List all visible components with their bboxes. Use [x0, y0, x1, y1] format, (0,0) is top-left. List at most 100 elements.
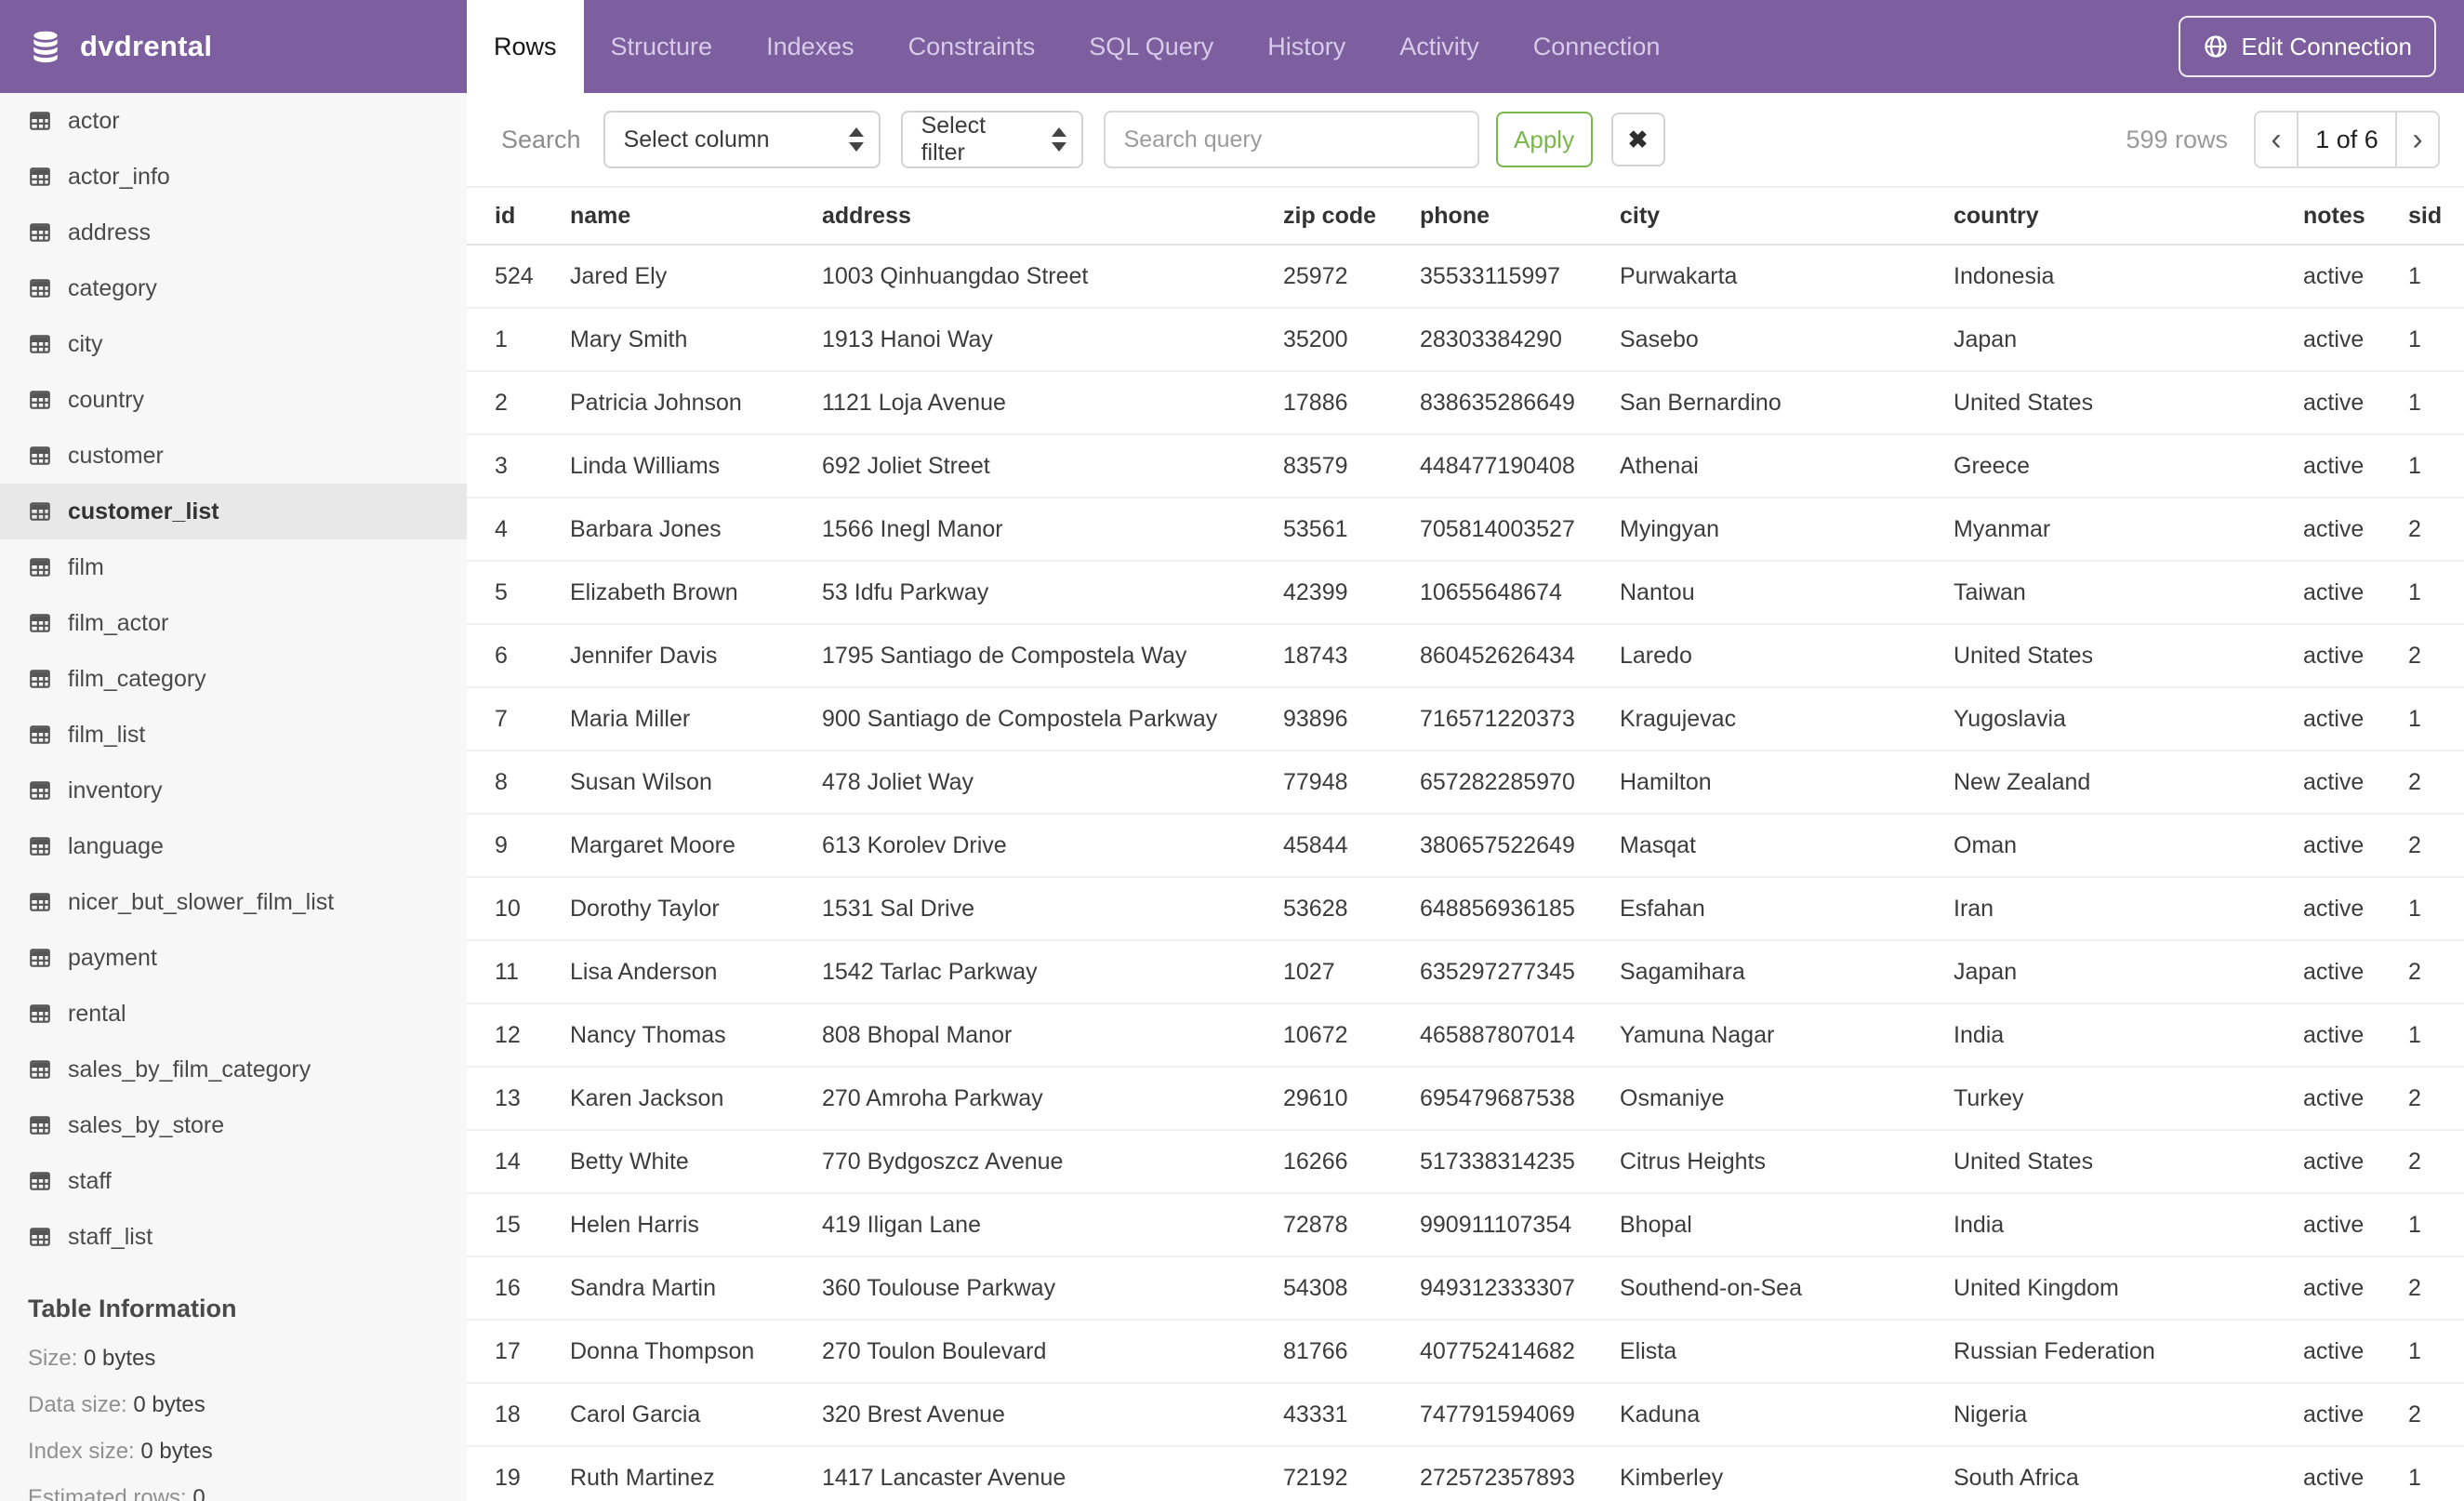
cell-country[interactable]: Iran [1954, 877, 2303, 941]
cell-notes[interactable]: active [2303, 1320, 2408, 1384]
sidebar-item-actor-info[interactable]: actor_info [0, 149, 467, 205]
cell-sid[interactable]: 2 [2408, 1383, 2464, 1447]
cell-sid[interactable]: 2 [2408, 624, 2464, 688]
cell-city[interactable]: Osmaniye [1620, 1067, 1954, 1131]
cell-address[interactable]: 360 Toulouse Parkway [822, 1256, 1283, 1321]
column-header-name[interactable]: name [570, 186, 822, 246]
cell-country[interactable]: New Zealand [1954, 750, 2303, 815]
cell-phone[interactable]: 695479687538 [1420, 1067, 1620, 1131]
cell-zip-code[interactable]: 72878 [1283, 1193, 1420, 1257]
sidebar-item-language[interactable]: language [0, 818, 467, 874]
cell-notes[interactable]: active [2303, 308, 2408, 372]
cell-address[interactable]: 1121 Loja Avenue [822, 371, 1283, 435]
cell-id[interactable]: 9 [467, 814, 570, 878]
cell-id[interactable]: 15 [467, 1193, 570, 1257]
cell-zip-code[interactable]: 25972 [1283, 245, 1420, 309]
cell-id[interactable]: 5 [467, 561, 570, 625]
cell-phone[interactable]: 465887807014 [1420, 1003, 1620, 1068]
cell-sid[interactable]: 1 [2408, 434, 2464, 498]
column-select[interactable]: Select column [603, 111, 881, 168]
cell-name[interactable]: Carol Garcia [570, 1383, 822, 1447]
cell-sid[interactable]: 2 [2408, 940, 2464, 1004]
tab-connection[interactable]: Connection [1506, 0, 1688, 93]
cell-address[interactable]: 1531 Sal Drive [822, 877, 1283, 941]
sidebar-item-film-list[interactable]: film_list [0, 707, 467, 763]
cell-city[interactable]: Kaduna [1620, 1383, 1954, 1447]
cell-notes[interactable]: active [2303, 877, 2408, 941]
cell-city[interactable]: Southend-on-Sea [1620, 1256, 1954, 1321]
cell-address[interactable]: 1542 Tarlac Parkway [822, 940, 1283, 1004]
cell-name[interactable]: Margaret Moore [570, 814, 822, 878]
cell-name[interactable]: Maria Miller [570, 687, 822, 751]
cell-country[interactable]: Nigeria [1954, 1383, 2303, 1447]
cell-notes[interactable]: active [2303, 498, 2408, 562]
column-header-country[interactable]: country [1954, 186, 2303, 246]
tab-rows[interactable]: Rows [467, 0, 584, 93]
cell-id[interactable]: 2 [467, 371, 570, 435]
cell-country[interactable]: United States [1954, 371, 2303, 435]
cell-city[interactable]: Kimberley [1620, 1446, 1954, 1501]
column-header-sid[interactable]: sid [2408, 186, 2464, 246]
cell-zip-code[interactable]: 18743 [1283, 624, 1420, 688]
prev-page-button[interactable]: ‹ [2256, 113, 2297, 166]
cell-phone[interactable]: 272572357893 [1420, 1446, 1620, 1501]
cell-name[interactable]: Linda Williams [570, 434, 822, 498]
cell-address[interactable]: 53 Idfu Parkway [822, 561, 1283, 625]
cell-city[interactable]: Citrus Heights [1620, 1130, 1954, 1194]
cell-id[interactable]: 8 [467, 750, 570, 815]
tab-activity[interactable]: Activity [1372, 0, 1506, 93]
sidebar-item-customer-list[interactable]: customer_list [0, 484, 467, 539]
cell-country[interactable]: Japan [1954, 308, 2303, 372]
sidebar-item-city[interactable]: city [0, 316, 467, 372]
cell-zip-code[interactable]: 10672 [1283, 1003, 1420, 1068]
cell-name[interactable]: Nancy Thomas [570, 1003, 822, 1068]
cell-address[interactable]: 900 Santiago de Compostela Parkway [822, 687, 1283, 751]
cell-name[interactable]: Susan Wilson [570, 750, 822, 815]
cell-id[interactable]: 7 [467, 687, 570, 751]
column-header-city[interactable]: city [1620, 186, 1954, 246]
cell-zip-code[interactable]: 93896 [1283, 687, 1420, 751]
cell-country[interactable]: United States [1954, 1130, 2303, 1194]
cell-address[interactable]: 1795 Santiago de Compostela Way [822, 624, 1283, 688]
cell-name[interactable]: Helen Harris [570, 1193, 822, 1257]
cell-zip-code[interactable]: 54308 [1283, 1256, 1420, 1321]
cell-notes[interactable]: active [2303, 1003, 2408, 1068]
cell-country[interactable]: Japan [1954, 940, 2303, 1004]
cell-phone[interactable]: 860452626434 [1420, 624, 1620, 688]
cell-id[interactable]: 10 [467, 877, 570, 941]
cell-address[interactable]: 419 Iligan Lane [822, 1193, 1283, 1257]
cell-phone[interactable]: 28303384290 [1420, 308, 1620, 372]
cell-sid[interactable]: 2 [2408, 750, 2464, 815]
cell-id[interactable]: 19 [467, 1446, 570, 1501]
cell-zip-code[interactable]: 53561 [1283, 498, 1420, 562]
cell-address[interactable]: 1417 Lancaster Avenue [822, 1446, 1283, 1501]
sidebar-item-address[interactable]: address [0, 205, 467, 260]
clear-search-button[interactable]: ✖ [1610, 113, 1665, 166]
filter-select[interactable]: Select filter [900, 111, 1083, 168]
cell-country[interactable]: United States [1954, 624, 2303, 688]
search-query-input[interactable] [1103, 111, 1479, 168]
next-page-button[interactable]: › [2397, 113, 2438, 166]
cell-id[interactable]: 3 [467, 434, 570, 498]
cell-notes[interactable]: active [2303, 814, 2408, 878]
cell-phone[interactable]: 657282285970 [1420, 750, 1620, 815]
cell-notes[interactable]: active [2303, 1383, 2408, 1447]
cell-zip-code[interactable]: 29610 [1283, 1067, 1420, 1131]
cell-sid[interactable]: 1 [2408, 371, 2464, 435]
cell-city[interactable]: Kragujevac [1620, 687, 1954, 751]
cell-address[interactable]: 320 Brest Avenue [822, 1383, 1283, 1447]
cell-city[interactable]: San Bernardino [1620, 371, 1954, 435]
cell-id[interactable]: 12 [467, 1003, 570, 1068]
cell-city[interactable]: Nantou [1620, 561, 1954, 625]
cell-city[interactable]: Bhopal [1620, 1193, 1954, 1257]
cell-address[interactable]: 1913 Hanoi Way [822, 308, 1283, 372]
cell-country[interactable]: Greece [1954, 434, 2303, 498]
cell-phone[interactable]: 10655648674 [1420, 561, 1620, 625]
cell-zip-code[interactable]: 77948 [1283, 750, 1420, 815]
cell-id[interactable]: 11 [467, 940, 570, 1004]
cell-id[interactable]: 1 [467, 308, 570, 372]
cell-city[interactable]: Laredo [1620, 624, 1954, 688]
cell-country[interactable]: Indonesia [1954, 245, 2303, 309]
cell-phone[interactable]: 380657522649 [1420, 814, 1620, 878]
edit-connection-button[interactable]: Edit Connection [2179, 16, 2436, 77]
